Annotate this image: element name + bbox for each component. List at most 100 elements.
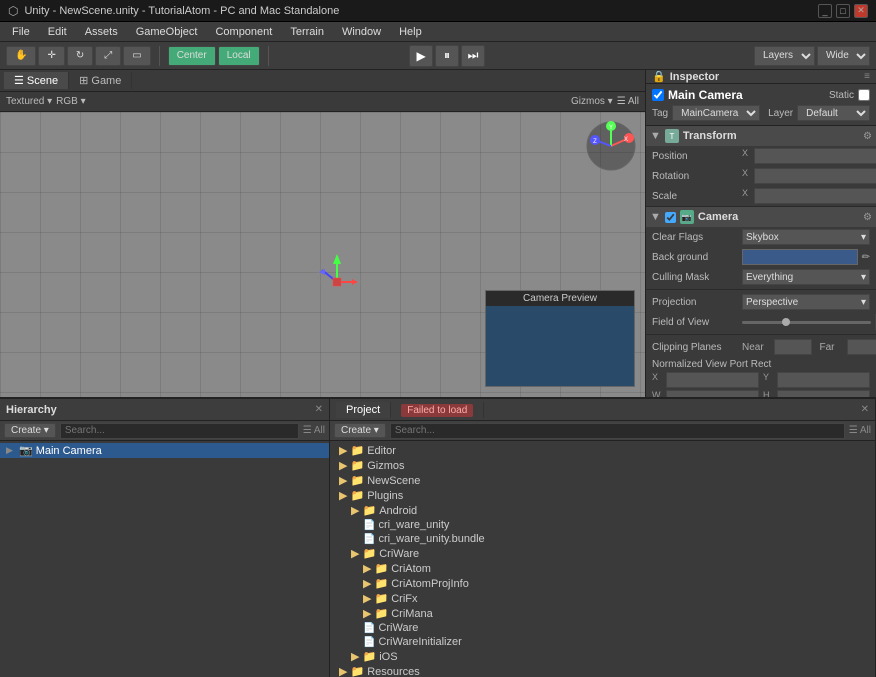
move-tool-button[interactable]: ✛ (38, 46, 64, 66)
list-item[interactable]: ▶ 📁 CriAtomProjInfo (330, 576, 875, 591)
rotation-label: Rotation (652, 171, 742, 182)
list-item[interactable]: ▶ 📁 Editor (330, 443, 875, 458)
near-value[interactable]: 0.3 (774, 339, 812, 355)
hierarchy-create-button[interactable]: Create ▾ (4, 423, 56, 438)
toolbar-separator-2 (268, 46, 269, 66)
project-item-label: iOS (379, 651, 397, 663)
local-button[interactable]: Local (218, 46, 260, 66)
viewport-h[interactable]: 1 (777, 390, 870, 397)
project-search[interactable] (390, 423, 845, 439)
camera-gear-icon[interactable]: ⚙ (863, 212, 872, 223)
camera-enabled-checkbox[interactable] (665, 212, 676, 223)
proj-dropdown-arrow-icon: ▾ (861, 297, 866, 308)
list-item[interactable]: ▶ 📁 CriWare (330, 546, 875, 561)
center-button[interactable]: Center (168, 46, 216, 66)
scale-tool-button[interactable]: ⤢ (95, 46, 121, 66)
hand-tool-button[interactable]: ✋ (6, 46, 36, 66)
project-create-button[interactable]: Create ▾ (334, 423, 386, 438)
position-x[interactable]: 0 (754, 148, 876, 164)
viewport-y[interactable]: 0 (777, 372, 870, 388)
tab-game[interactable]: ⊞ Game (69, 72, 132, 89)
tag-label: Tag (652, 108, 668, 119)
rgb-mode[interactable]: RGB ▾ (56, 96, 85, 107)
menu-gameobject[interactable]: GameObject (128, 24, 206, 40)
maximize-button[interactable]: □ (836, 4, 850, 18)
list-item[interactable]: ▶ 📁 Plugins (330, 488, 875, 503)
menu-help[interactable]: Help (391, 24, 430, 40)
list-item[interactable]: ▶ 📁 NewScene (330, 473, 875, 488)
scene-canvas[interactable]: X Y Z Camera Preview (0, 112, 645, 397)
close-button[interactable]: ✕ (854, 4, 868, 18)
object-enabled-checkbox[interactable] (652, 89, 664, 101)
play-button[interactable]: ▶ (409, 45, 433, 67)
rotate-tool-button[interactable]: ↻ (67, 46, 93, 66)
list-item[interactable]: 📄 CriWareInitializer (330, 635, 875, 649)
scale-x[interactable]: 1 (754, 188, 876, 204)
fov-slider[interactable] (742, 321, 871, 324)
rotation-x[interactable]: 0 (754, 168, 876, 184)
hierarchy-all[interactable]: ☰ All (303, 425, 325, 436)
list-item[interactable]: ▶ 📁 iOS (330, 649, 875, 664)
file-icon: 📄 (363, 534, 375, 545)
viewport-w[interactable]: 1 (666, 390, 759, 397)
project-item-label: CriAtomProjInfo (391, 578, 469, 590)
background-color-swatch[interactable] (742, 249, 858, 265)
tag-dropdown[interactable]: MainCamera (672, 105, 760, 121)
far-value[interactable]: 1000 (847, 339, 876, 355)
tab-failed[interactable]: Failed to load (391, 402, 484, 418)
color-picker-icon[interactable]: ✏ (862, 252, 870, 263)
list-item[interactable]: ▶ 📁 Resources (330, 664, 875, 677)
menu-file[interactable]: File (4, 24, 38, 40)
list-item[interactable]: 📄 cri_ware_unity (330, 518, 875, 532)
projection-dropdown[interactable]: Perspective ▾ (742, 294, 870, 310)
list-item[interactable]: 📄 CriWare (330, 621, 875, 635)
menu-edit[interactable]: Edit (40, 24, 75, 40)
list-item[interactable]: ▶ 📁 CriAtom (330, 561, 875, 576)
project-all[interactable]: ☰ All (849, 425, 871, 436)
menu-component[interactable]: Component (207, 24, 280, 40)
project-item-label: cri_ware_unity.bundle (378, 533, 484, 545)
tab-scene[interactable]: ☰ Scene (4, 72, 69, 89)
gizmos-button[interactable]: Gizmos ▾ (571, 96, 613, 107)
transform-component: ▼ T Transform ⚙ Position X 0 Y 1 (646, 126, 876, 207)
hierarchy-close[interactable]: ✕ (315, 404, 323, 415)
hierarchy-search[interactable] (60, 423, 299, 439)
folder-icon: ▶ 📁 (339, 489, 364, 502)
shading-mode[interactable]: Textured ▾ (6, 96, 52, 107)
layer-dropdown[interactable]: Default (797, 105, 870, 121)
clipping-planes-values: Near 0.3 Far 1000 (742, 339, 876, 355)
menubar: File Edit Assets GameObject Component Te… (0, 22, 876, 42)
step-button[interactable]: ⏭ (461, 45, 485, 67)
menu-assets[interactable]: Assets (77, 24, 126, 40)
list-item[interactable]: ▶ 📷 Main Camera (0, 443, 329, 458)
rect-tool-button[interactable]: ▭ (123, 46, 150, 66)
bottom-area: Hierarchy ✕ Create ▾ ☰ All ▶ 📷 Main Came… (0, 397, 876, 677)
culling-mask-label: Culling Mask (652, 272, 742, 283)
project-close[interactable]: ✕ (861, 404, 869, 415)
culling-mask-dropdown[interactable]: Everything ▾ (742, 269, 870, 285)
list-item[interactable]: ▶ 📁 CriMana (330, 606, 875, 621)
all-button[interactable]: ☰ All (617, 96, 639, 107)
pause-button[interactable]: ⏸ (435, 45, 459, 67)
list-item[interactable]: ▶ 📁 CriFx (330, 591, 875, 606)
list-item[interactable]: ▶ 📁 Gizmos (330, 458, 875, 473)
menu-terrain[interactable]: Terrain (282, 24, 332, 40)
project-item-label: cri_ware_unity (378, 519, 449, 531)
inspector-menu[interactable]: ≡ (864, 71, 870, 82)
list-item[interactable]: ▶ 📁 Android (330, 503, 875, 518)
camera-header[interactable]: ▼ 📷 Camera ⚙ (646, 207, 876, 227)
layers-dropdown[interactable]: Layers (754, 46, 815, 66)
settings-gear-icon[interactable]: ⚙ (863, 131, 872, 142)
clear-flags-dropdown[interactable]: Skybox ▾ (742, 229, 870, 245)
minimize-button[interactable]: _ (818, 4, 832, 18)
inspector-header: 🔒 Inspector ≡ (646, 70, 876, 84)
menu-window[interactable]: Window (334, 24, 389, 40)
inspector-panel: 🔒 Inspector ≡ Main Camera Static Tag Mai… (646, 70, 876, 397)
layout-dropdown[interactable]: Wide (817, 46, 870, 66)
list-item[interactable]: 📄 cri_ware_unity.bundle (330, 532, 875, 546)
viewport-x[interactable]: 0 (666, 372, 759, 388)
static-checkbox[interactable] (858, 89, 870, 101)
camera-preview-panel: Camera Preview (485, 290, 635, 387)
tab-project[interactable]: Project (336, 402, 391, 418)
transform-header[interactable]: ▼ T Transform ⚙ (646, 126, 876, 146)
